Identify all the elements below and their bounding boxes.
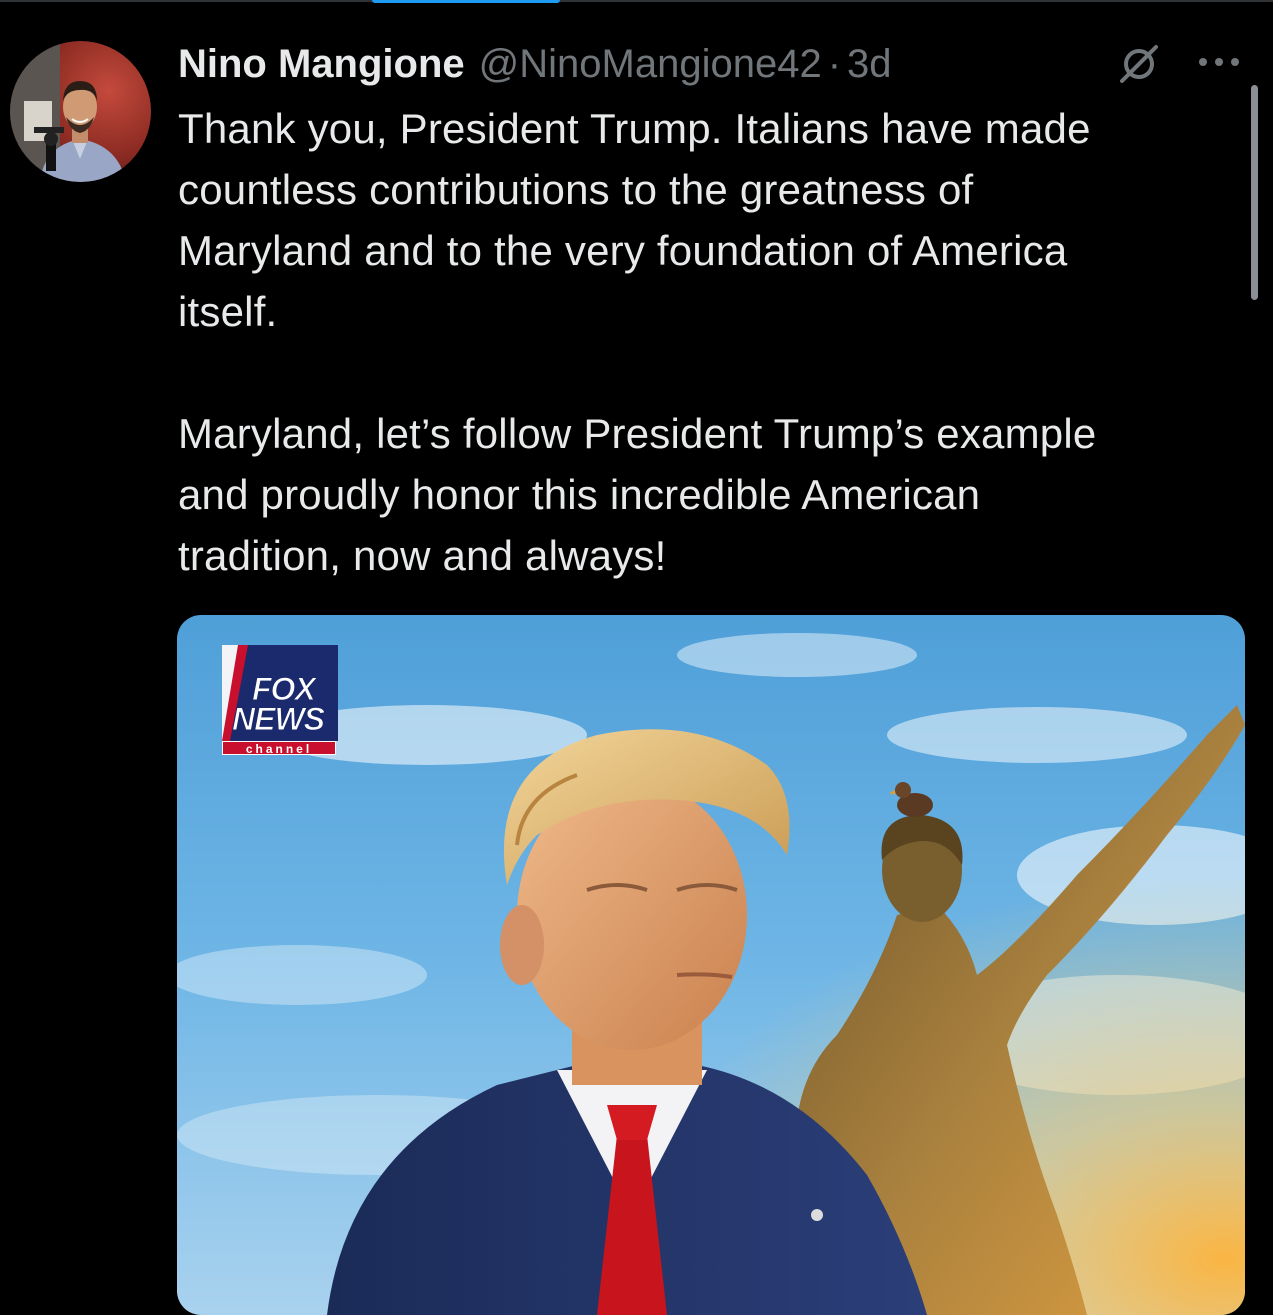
fox-logo-line2: NEWS: [232, 701, 326, 737]
grok-icon[interactable]: [1116, 44, 1162, 84]
fox-news-logo: FOX NEWS channel: [222, 645, 338, 756]
tweet-media-image[interactable]: FOX NEWS channel: [177, 615, 1245, 1315]
tweet-header: Nino Mangione @NinoMangione42 · 3d: [178, 38, 1258, 90]
scrollbar-thumb[interactable]: [1251, 85, 1258, 300]
author-display-name[interactable]: Nino Mangione: [178, 42, 465, 87]
avatar-image: [10, 41, 151, 182]
avatar[interactable]: [10, 41, 151, 182]
tweet-text: Thank you, President Trump. Italians hav…: [178, 105, 1097, 579]
separator-dot: ·: [827, 41, 842, 86]
tweet-timestamp[interactable]: 3d: [847, 42, 892, 87]
more-options-icon[interactable]: [1196, 52, 1242, 72]
author-handle[interactable]: @NinoMangione42: [479, 42, 822, 87]
fox-logo-channel: channel: [222, 741, 336, 756]
tweet[interactable]: Nino Mangione @NinoMangione42 · 3d Thank…: [0, 0, 1273, 1315]
